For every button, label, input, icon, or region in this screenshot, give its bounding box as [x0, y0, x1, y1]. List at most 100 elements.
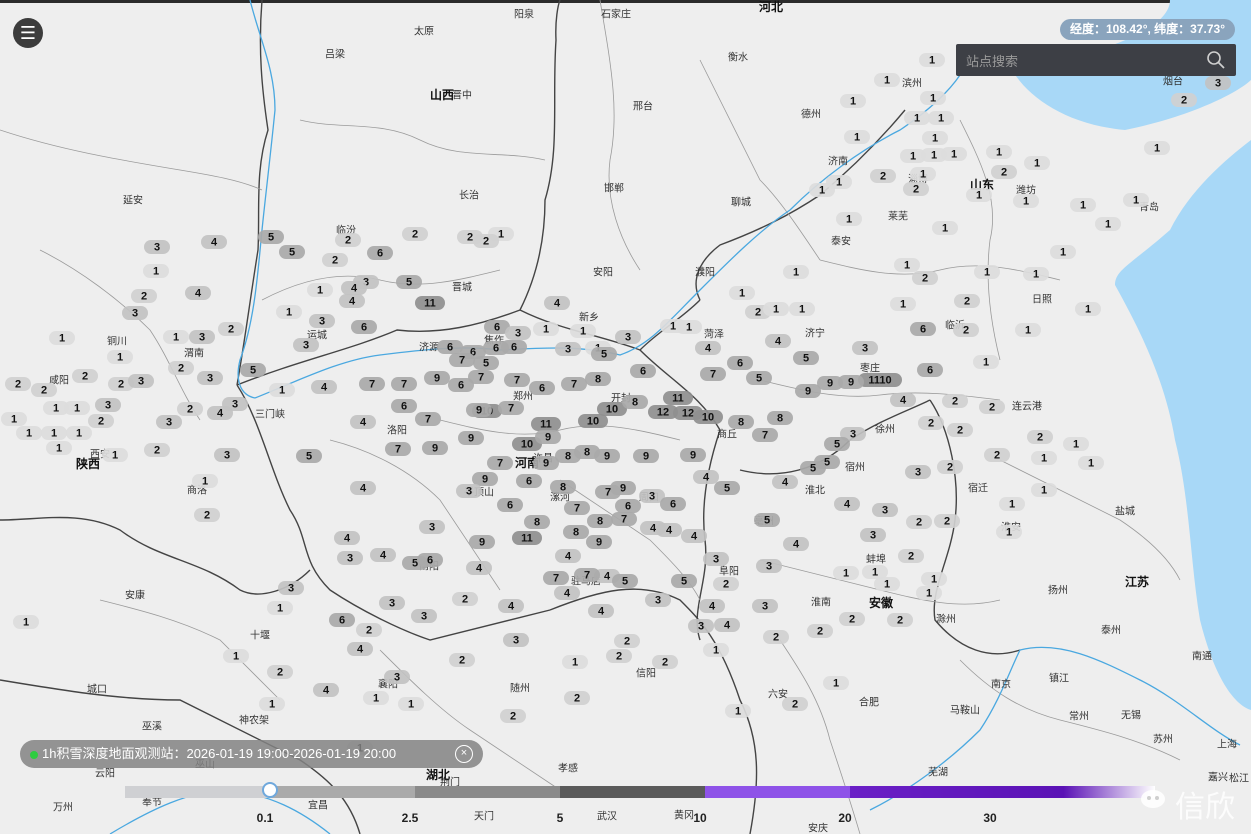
snow-station-marker[interactable]: 4	[554, 586, 580, 600]
snow-station-marker[interactable]: 1	[729, 286, 755, 300]
snow-station-marker[interactable]: 1	[1023, 267, 1049, 281]
snow-station-marker[interactable]: 1	[16, 426, 42, 440]
menu-button[interactable]: ☰	[13, 18, 43, 48]
snow-station-marker[interactable]: 4	[765, 334, 791, 348]
snow-station-marker[interactable]: 9	[633, 449, 659, 463]
snow-station-marker[interactable]: 6	[351, 320, 377, 334]
snow-station-marker[interactable]: 1	[1095, 217, 1121, 231]
snow-station-marker[interactable]: 2	[763, 630, 789, 644]
snow-station-marker[interactable]: 6	[497, 498, 523, 512]
snow-station-marker[interactable]: 8	[728, 415, 754, 429]
snow-station-marker[interactable]: 4	[339, 294, 365, 308]
snow-station-marker[interactable]: 4	[588, 604, 614, 618]
snow-station-marker[interactable]: 11	[512, 531, 542, 545]
snow-station-marker[interactable]: 1	[66, 426, 92, 440]
snow-station-marker[interactable]: 3	[555, 342, 581, 356]
snow-station-marker[interactable]: 2	[1171, 93, 1197, 107]
snow-station-marker[interactable]: 4	[313, 683, 339, 697]
snow-station-marker[interactable]: 3	[214, 448, 240, 462]
snow-station-marker[interactable]: 1	[840, 94, 866, 108]
snow-station-marker[interactable]: 1	[904, 111, 930, 125]
snow-station-marker[interactable]: 7	[391, 377, 417, 391]
snow-station-marker[interactable]: 3	[503, 633, 529, 647]
snow-station-marker[interactable]: 2	[473, 234, 499, 248]
snow-station-marker[interactable]: 1	[833, 566, 859, 580]
snow-station-marker[interactable]: 2	[218, 322, 244, 336]
snow-station-marker[interactable]: 3	[419, 520, 445, 534]
snow-station-marker[interactable]: 2	[606, 649, 632, 663]
snow-station-marker[interactable]: 8	[524, 515, 550, 529]
snow-station-marker[interactable]: 1	[1031, 451, 1057, 465]
snow-station-marker[interactable]: 1	[874, 577, 900, 591]
snow-station-marker[interactable]: 8	[585, 372, 611, 386]
snow-station-marker[interactable]: 3	[384, 670, 410, 684]
snow-station-marker[interactable]: 6	[529, 381, 555, 395]
snow-station-marker[interactable]: 2	[267, 665, 293, 679]
snow-station-marker[interactable]: 2	[5, 377, 31, 391]
snow-station-marker[interactable]: 4	[311, 380, 337, 394]
snow-station-marker[interactable]: 6	[615, 499, 641, 513]
snow-station-marker[interactable]: 9	[795, 384, 821, 398]
snow-station-marker[interactable]: 4	[681, 529, 707, 543]
snow-station-marker[interactable]: 1	[999, 497, 1025, 511]
snow-station-marker[interactable]: 1	[921, 572, 947, 586]
station-search-box[interactable]	[956, 44, 1236, 76]
snow-station-marker[interactable]: 7	[449, 353, 475, 367]
snow-station-marker[interactable]: 6	[367, 246, 393, 260]
snow-station-marker[interactable]: 2	[918, 416, 944, 430]
snow-station-marker[interactable]: 5	[258, 230, 284, 244]
station-search-input[interactable]	[964, 50, 1203, 72]
snow-station-marker[interactable]: 11	[531, 417, 561, 431]
snow-station-marker[interactable]: 5	[754, 513, 780, 527]
snow-station-marker[interactable]: 2	[934, 514, 960, 528]
snow-station-marker[interactable]: 1	[1031, 483, 1057, 497]
snow-station-marker[interactable]: 3	[905, 465, 931, 479]
snow-station-marker[interactable]: 1	[844, 130, 870, 144]
snow-station-marker[interactable]: 4	[185, 286, 211, 300]
snow-station-marker[interactable]: 7	[611, 512, 637, 526]
snow-station-marker[interactable]: 1	[398, 697, 424, 711]
snow-station-marker[interactable]: 3	[411, 609, 437, 623]
snow-station-marker[interactable]: 1	[996, 525, 1022, 539]
snow-station-marker[interactable]: 2	[984, 448, 1010, 462]
snow-station-marker[interactable]: 2	[953, 323, 979, 337]
snow-station-marker[interactable]: 7	[595, 485, 621, 499]
snow-station-marker[interactable]: 6	[391, 399, 417, 413]
snow-station-marker[interactable]: 7	[385, 442, 411, 456]
snow-station-marker[interactable]: 2	[88, 414, 114, 428]
snow-station-marker[interactable]: 4	[544, 296, 570, 310]
snow-station-marker[interactable]: 2	[887, 613, 913, 627]
snow-station-marker[interactable]: 2	[500, 709, 526, 723]
snow-station-marker[interactable]: 6	[917, 363, 943, 377]
snow-station-marker[interactable]: 1	[41, 426, 67, 440]
snow-station-marker[interactable]: 1	[102, 448, 128, 462]
snow-station-marker[interactable]: 3	[144, 240, 170, 254]
snow-station-marker[interactable]: 5	[473, 356, 499, 370]
snow-station-marker[interactable]: 1	[789, 302, 815, 316]
snow-station-marker[interactable]: 7	[700, 367, 726, 381]
snow-station-marker[interactable]: 5	[296, 449, 322, 463]
snow-station-marker[interactable]: 2	[991, 165, 1017, 179]
close-icon[interactable]: ×	[455, 745, 473, 763]
snow-station-marker[interactable]: 2	[194, 508, 220, 522]
snow-station-marker[interactable]: 7	[468, 370, 494, 384]
snow-station-marker[interactable]: 4	[783, 537, 809, 551]
snow-station-marker[interactable]: 4	[772, 475, 798, 489]
snow-station-marker[interactable]: 8	[767, 411, 793, 425]
snow-station-marker[interactable]: 3	[872, 503, 898, 517]
snow-station-marker[interactable]: 2	[903, 182, 929, 196]
snow-station-marker[interactable]: 7	[564, 501, 590, 515]
snow-station-marker[interactable]: 3	[505, 326, 531, 340]
snow-station-marker[interactable]: 9	[422, 441, 448, 455]
snow-station-marker[interactable]: 5	[793, 351, 819, 365]
snow-station-marker[interactable]: 4	[466, 561, 492, 575]
snow-station-marker[interactable]: 7	[561, 377, 587, 391]
snow-station-marker[interactable]: 4	[714, 618, 740, 632]
snow-station-marker[interactable]: 4	[201, 235, 227, 249]
snow-station-marker[interactable]: 2	[564, 691, 590, 705]
snow-station-marker[interactable]: 10	[578, 414, 608, 428]
snow-station-marker[interactable]: 9	[472, 472, 498, 486]
snow-station-marker[interactable]: 9	[680, 448, 706, 462]
snow-station-marker[interactable]: 4	[834, 497, 860, 511]
snow-station-marker[interactable]: 3	[337, 551, 363, 565]
